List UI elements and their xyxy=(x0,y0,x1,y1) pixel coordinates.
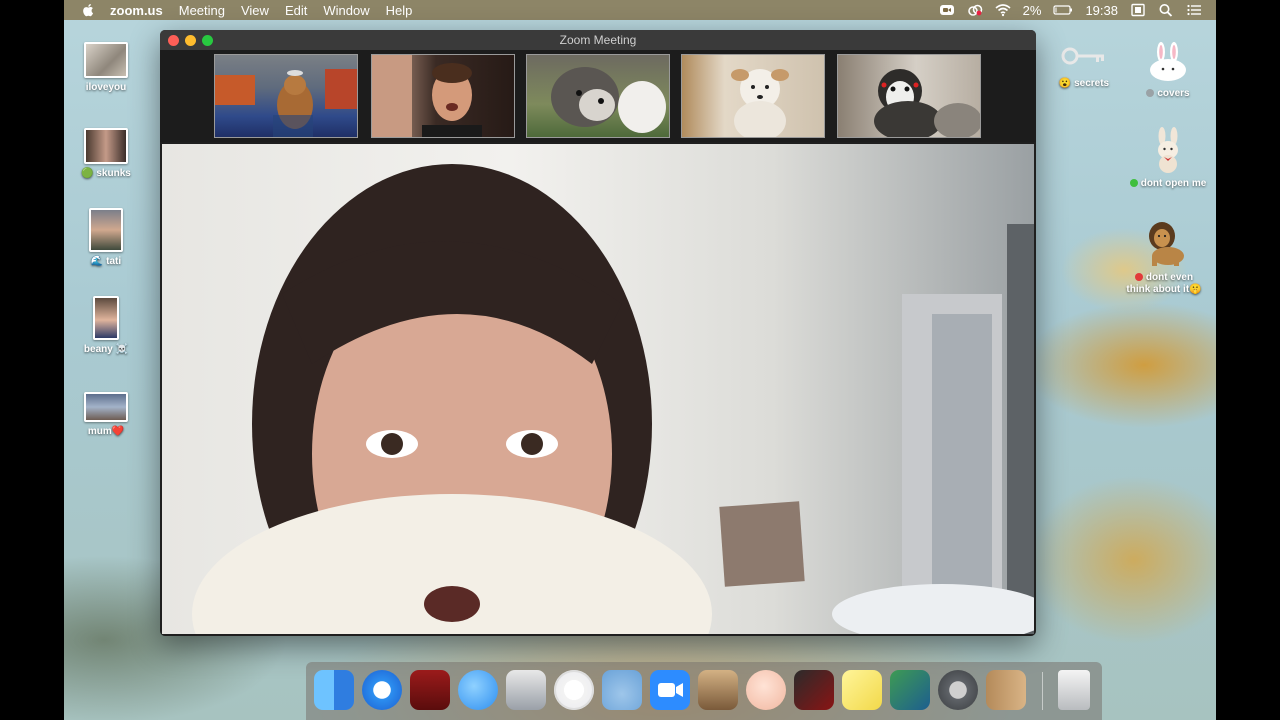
window-titlebar[interactable]: Zoom Meeting xyxy=(160,30,1036,50)
status-emoji: 🟢 xyxy=(81,168,94,179)
finder-icon[interactable] xyxy=(314,670,354,710)
trash-icon[interactable] xyxy=(1058,670,1090,710)
status-emoji: 🤫 xyxy=(1189,284,1202,295)
screenflow-icon[interactable] xyxy=(794,670,834,710)
desktop-item-label: tati xyxy=(106,256,122,267)
status-emoji: 😮 xyxy=(1058,78,1072,89)
desktop-item-label: beany xyxy=(83,344,113,355)
desktop-item-mum[interactable]: mum❤️ xyxy=(78,392,134,437)
photo-thumbnail-icon xyxy=(89,208,123,252)
spotlight-search-icon[interactable] xyxy=(1158,3,1174,17)
desktop-item-label: skunks xyxy=(96,168,131,179)
dock-separator xyxy=(1042,672,1043,710)
rabbit-figurine-icon xyxy=(1158,127,1178,173)
status-emoji: ❤️ xyxy=(111,426,125,437)
zoom-icon[interactable] xyxy=(650,670,690,710)
dog-video-feed xyxy=(215,69,357,137)
menu-edit[interactable]: Edit xyxy=(285,3,307,18)
battery-percent: 2% xyxy=(1022,2,1042,18)
photo-thumbnail-icon xyxy=(84,392,128,422)
status-emoji: 🌊 xyxy=(90,256,104,267)
desktop-item-tati[interactable]: 🌊 tati xyxy=(78,208,134,267)
desktop-item-secrets[interactable]: 😮 secrets xyxy=(1052,42,1116,89)
clock[interactable]: 19:38 xyxy=(1085,3,1118,18)
participant-strip xyxy=(160,50,1036,142)
tag-dot xyxy=(1146,89,1155,97)
desktop-item-covers[interactable]: covers xyxy=(1132,42,1204,99)
dog-video-feed xyxy=(551,67,666,133)
desktop-item-beany[interactable]: beany ☠️ xyxy=(78,296,134,355)
desktop-item-dont-even-think-about-it[interactable]: dont even think about it🤫 xyxy=(1112,218,1216,296)
dog-video-feed xyxy=(874,69,980,137)
lion-icon xyxy=(1149,222,1184,266)
desktop-item-label: dont open me xyxy=(1140,178,1207,189)
desktop-item-skunks[interactable]: 🟢 skunks xyxy=(78,128,134,179)
wunderlist-icon[interactable] xyxy=(602,670,642,710)
tag-dot xyxy=(1129,179,1138,187)
stickies-icon[interactable] xyxy=(842,670,882,710)
tag-dot xyxy=(1134,273,1143,281)
desktop-item-label: iloveyou xyxy=(85,82,127,93)
garageband-icon[interactable] xyxy=(698,670,738,710)
menu-help[interactable]: Help xyxy=(386,3,413,18)
desktop-item-label: dont even xyxy=(1145,272,1194,283)
messages-icon[interactable] xyxy=(458,670,498,710)
menu-window[interactable]: Window xyxy=(323,3,369,18)
display-icon[interactable] xyxy=(1130,3,1146,17)
screen-sharing-icon[interactable] xyxy=(890,670,930,710)
inkscape-icon[interactable] xyxy=(506,670,546,710)
participant-tile[interactable] xyxy=(681,54,825,138)
key-icon xyxy=(1061,47,1104,65)
zoom-status-icon[interactable] xyxy=(939,3,955,17)
desktop-item-dont-open-me[interactable]: dont open me xyxy=(1120,126,1216,189)
wifi-icon[interactable] xyxy=(995,3,1011,17)
battery-icon[interactable] xyxy=(1053,3,1073,17)
video-camera-icon xyxy=(658,683,683,697)
system-preferences-icon[interactable] xyxy=(938,670,978,710)
person-video-feed xyxy=(372,55,482,137)
window-title: Zoom Meeting xyxy=(559,33,637,47)
photo-thumbnail-icon xyxy=(93,296,119,340)
itunes-icon[interactable] xyxy=(554,670,594,710)
contacts-icon[interactable] xyxy=(986,670,1026,710)
desktop-item-label: mum xyxy=(87,426,112,437)
participant-tile[interactable] xyxy=(214,54,358,138)
face-app-icon[interactable] xyxy=(746,670,786,710)
desktop-item-label: covers xyxy=(1157,88,1190,99)
dog-video-feed xyxy=(731,69,789,137)
desktop-item-label: think about it xyxy=(1126,284,1190,295)
desktop: zoom.us Meeting View Edit Window Help 2%… xyxy=(64,0,1216,720)
photo-thumbnail-icon xyxy=(84,42,128,78)
speaker-video-feed xyxy=(192,164,1034,634)
photo-thumbnail-icon xyxy=(84,128,128,164)
menu-view[interactable]: View xyxy=(241,3,269,18)
dock xyxy=(306,662,1102,720)
participant-tile[interactable] xyxy=(371,54,515,138)
menu-bar: zoom.us Meeting View Edit Window Help 2%… xyxy=(64,0,1216,20)
menu-app-name[interactable]: zoom.us xyxy=(110,3,163,18)
participant-tile[interactable] xyxy=(526,54,670,138)
desktop-item-label: secrets xyxy=(1074,78,1110,89)
creative-cloud-icon[interactable] xyxy=(967,3,983,17)
participant-tile[interactable] xyxy=(837,54,981,138)
status-emoji: ☠️ xyxy=(115,344,129,355)
safari-icon[interactable] xyxy=(362,670,402,710)
apple-logo-icon[interactable] xyxy=(81,3,95,17)
zoom-meeting-window: Zoom Meeting xyxy=(160,30,1036,636)
bunny-icon xyxy=(1150,42,1186,81)
notification-center-icon[interactable] xyxy=(1186,3,1202,17)
active-speaker-video[interactable] xyxy=(162,144,1034,634)
menu-meeting[interactable]: Meeting xyxy=(179,3,225,18)
photo-booth-icon[interactable] xyxy=(410,670,450,710)
desktop-item-iloveyou[interactable]: iloveyou xyxy=(78,42,134,93)
